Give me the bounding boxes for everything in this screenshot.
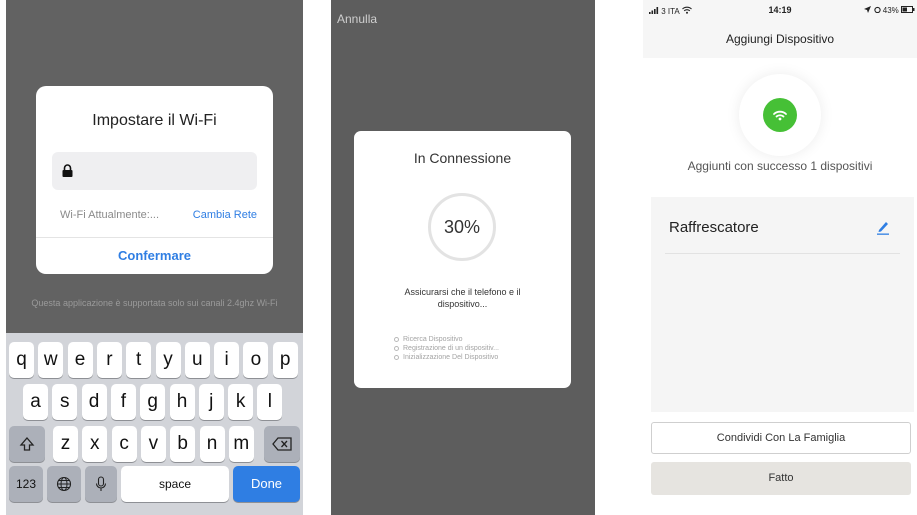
connecting-dialog: In Connessione 30% Assicurarsi che il te… <box>354 131 571 388</box>
step-dot-icon <box>394 345 399 351</box>
key-n[interactable]: n <box>199 426 225 462</box>
step-dot-icon <box>394 336 399 342</box>
wifi-setup-screen: Impostare il Wi-Fi Wi-Fi Attualmente:...… <box>6 0 303 515</box>
location-icon <box>864 6 872 13</box>
key-g[interactable]: g <box>140 384 166 420</box>
keyboard: qwertyuiop asdfghjkl zxcvbnm 123 space D… <box>6 333 303 515</box>
success-badge <box>739 74 821 156</box>
done-button[interactable]: Fatto <box>651 462 911 495</box>
wifi-support-note: Questa applicazione è supportata solo su… <box>31 298 278 308</box>
key-r[interactable]: r <box>96 342 122 378</box>
backspace-icon <box>272 437 292 451</box>
key-x[interactable]: x <box>82 426 108 462</box>
shift-icon <box>19 436 35 451</box>
device-added-screen: 3 ITA 14:19 43% Aggiungi Dispositivo Agg… <box>643 0 917 515</box>
step-item: Registrazione di un dispositiv... <box>394 344 499 353</box>
key-p[interactable]: p <box>272 342 298 378</box>
step-dot-icon <box>394 354 399 360</box>
progress-ring: 30% <box>428 193 496 261</box>
shift-key[interactable] <box>9 426 45 462</box>
connection-steps: Ricerca Dispositivo Registrazione di un … <box>394 335 499 362</box>
key-b[interactable]: b <box>170 426 196 462</box>
step-item: Inizializzazione Del Dispositivo <box>394 353 499 362</box>
wifi-icon <box>773 110 787 121</box>
key-d[interactable]: d <box>81 384 107 420</box>
step-label: Registrazione di un dispositiv... <box>403 345 499 352</box>
key-s[interactable]: s <box>52 384 78 420</box>
wifi-dialog: Impostare il Wi-Fi Wi-Fi Attualmente:...… <box>36 86 273 274</box>
key-z[interactable]: z <box>53 426 78 462</box>
edit-icon[interactable] <box>876 219 890 235</box>
progress-label: 30% <box>443 217 481 237</box>
key-a[interactable]: a <box>23 384 48 420</box>
done-key[interactable]: Done <box>233 466 300 502</box>
battery-icon <box>901 6 915 13</box>
step-label: Ricerca Dispositivo <box>403 336 463 343</box>
key-t[interactable]: t <box>126 342 152 378</box>
microphone-icon <box>95 476 107 491</box>
connecting-screen: Annulla In Connessione 30% Assicurarsi c… <box>331 0 595 515</box>
globe-icon <box>56 476 72 492</box>
key-j[interactable]: j <box>198 384 224 420</box>
key-e[interactable]: e <box>67 342 93 378</box>
key-u[interactable]: u <box>184 342 210 378</box>
success-circle <box>763 98 797 132</box>
confirm-button[interactable]: Confermare <box>36 248 273 263</box>
alarm-icon <box>873 6 881 14</box>
page-title: Aggiungi Dispositivo <box>725 32 835 46</box>
status-bar: 3 ITA 14:19 43% Aggiungi Dispositivo <box>643 0 917 58</box>
share-family-button[interactable]: Condividi Con La Famiglia <box>651 422 911 454</box>
battery-status: 43% <box>864 6 915 15</box>
key-q[interactable]: q <box>9 342 34 378</box>
lock-icon <box>62 164 73 177</box>
key-i[interactable]: i <box>214 342 240 378</box>
step-label: Inizializzazione Del Dispositivo <box>403 354 499 361</box>
change-network-link[interactable]: Cambia Rete <box>193 209 257 221</box>
battery-level: 43% <box>882 6 899 15</box>
wifi-dialog-title: Impostare il Wi-Fi <box>92 112 217 129</box>
success-message: Aggiunti con successo 1 dispositivi <box>687 159 873 173</box>
key-o[interactable]: o <box>243 342 269 378</box>
key-y[interactable]: y <box>155 342 181 378</box>
card-divider <box>665 253 900 254</box>
current-wifi-label: Wi-Fi Attualmente:... <box>60 209 160 221</box>
key-h[interactable]: h <box>169 384 195 420</box>
device-card: Raffrescatore <box>651 197 914 412</box>
dialog-divider <box>36 237 273 238</box>
key-c[interactable]: c <box>111 426 137 462</box>
cancel-link[interactable]: Annulla <box>337 12 377 26</box>
space-key[interactable]: space <box>121 466 229 502</box>
globe-key[interactable] <box>47 466 81 502</box>
key-f[interactable]: f <box>110 384 136 420</box>
backspace-key[interactable] <box>264 426 300 462</box>
numbers-key[interactable]: 123 <box>9 466 43 502</box>
connecting-message: Assicurarsi che il telefono e il disposi… <box>404 287 521 309</box>
key-l[interactable]: l <box>257 384 283 420</box>
microphone-key[interactable] <box>85 466 117 502</box>
connecting-title: In Connessione <box>413 150 512 166</box>
key-v[interactable]: v <box>140 426 166 462</box>
step-item: Ricerca Dispositivo <box>394 335 499 344</box>
key-k[interactable]: k <box>228 384 254 420</box>
key-w[interactable]: w <box>38 342 64 378</box>
wifi-password-field[interactable] <box>52 152 257 190</box>
device-name: Raffrescatore <box>669 219 759 236</box>
key-m[interactable]: m <box>228 426 254 462</box>
